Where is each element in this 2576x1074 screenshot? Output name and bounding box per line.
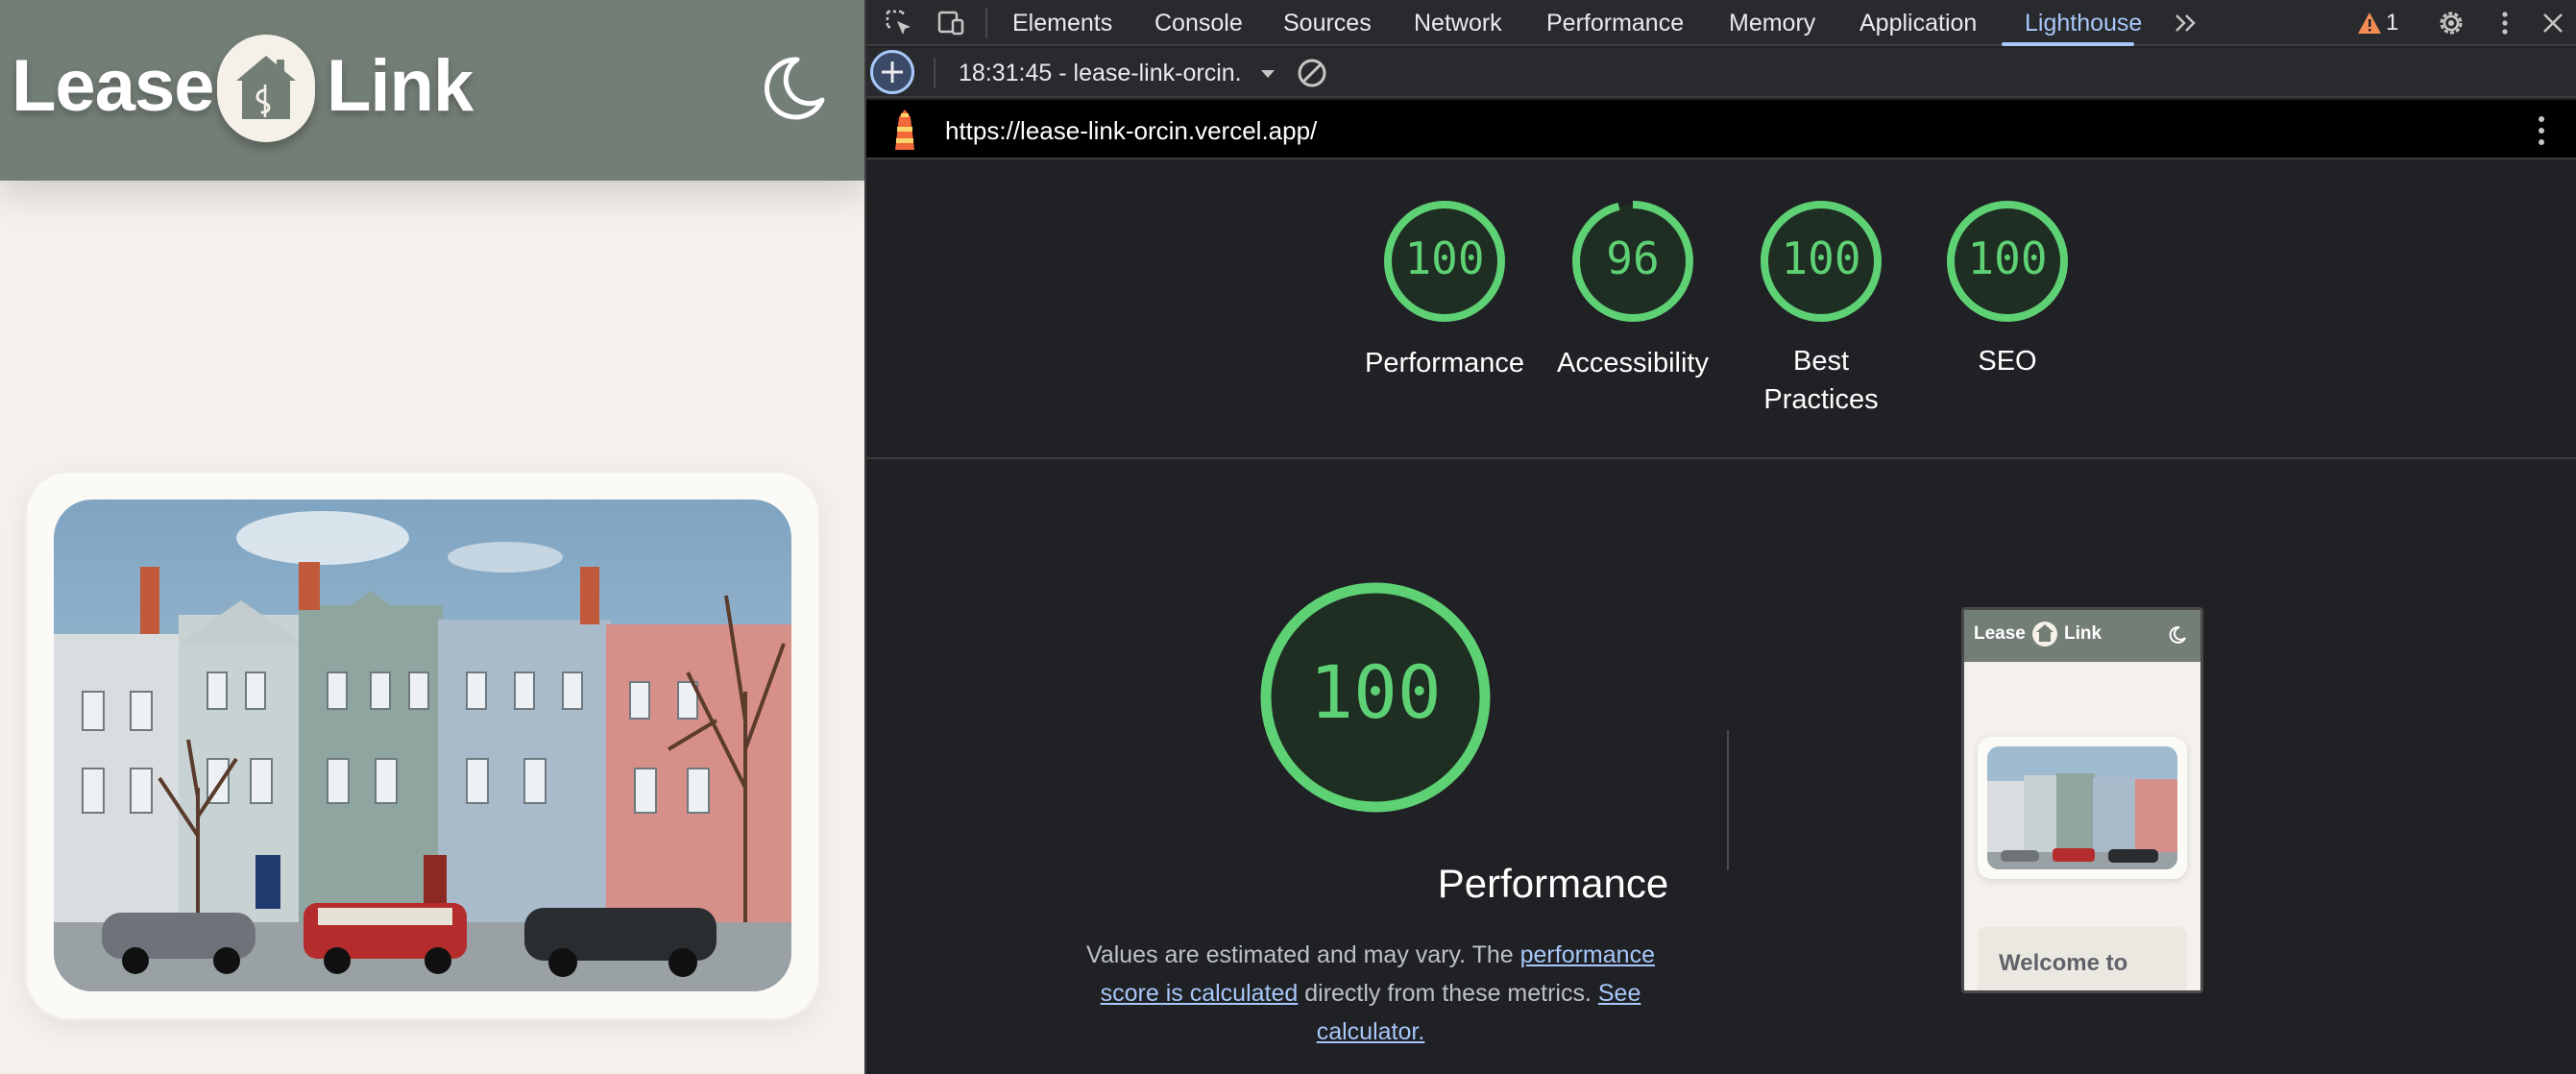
clear-icon[interactable] (1295, 56, 1329, 90)
performance-score: 100 (1309, 649, 1442, 735)
site-header: Lease Link (0, 0, 864, 181)
thumbnail-logo-link: Link (2064, 623, 2102, 644)
gauge-label-performance[interactable]: Performance (1349, 344, 1541, 382)
gauge-label-seo[interactable]: SEO (1931, 342, 2084, 380)
tab-application[interactable]: Application (1859, 10, 1977, 37)
hero-card (27, 473, 818, 1018)
close-icon[interactable] (2538, 8, 2568, 38)
thumbnail-header: Lease Link (1964, 610, 2200, 662)
gauge-score: 96 (1606, 232, 1660, 284)
logo-text-link: Link (327, 45, 474, 127)
tab-elements[interactable]: Elements (1012, 10, 1112, 37)
gear-icon[interactable] (2436, 8, 2467, 38)
report-menu-icon[interactable] (2536, 113, 2547, 148)
tab-memory[interactable]: Memory (1729, 10, 1815, 37)
inspect-element-icon[interactable] (884, 8, 914, 38)
page-preview: Lease Link (0, 0, 864, 1074)
tab-network[interactable]: Network (1414, 10, 1502, 37)
gauge-performance[interactable]: 100 (1383, 200, 1506, 323)
plus-icon (882, 61, 903, 83)
tab-separator (985, 8, 987, 38)
issues-count: 1 (2386, 10, 2399, 36)
vertical-divider (1727, 730, 1729, 870)
tab-sources[interactable]: Sources (1283, 10, 1372, 37)
thumbnail-hero-image (1987, 746, 2177, 869)
gauge-best-practices[interactable]: 100 (1760, 200, 1883, 323)
toolbar-separator (934, 58, 936, 88)
thumbnail-logo-lease: Lease (1974, 623, 2026, 644)
lighthouse-toolbar: 18:31:45 - lease-link-orcin. (866, 48, 2576, 98)
thumbnail-welcome-text: Welcome to (1999, 950, 2128, 976)
gauge-score: 100 (1967, 232, 2048, 284)
thumbnail-moon-icon (2169, 625, 2186, 644)
gauge-label-accessibility[interactable]: Accessibility (1537, 344, 1729, 382)
gauge-accessibility[interactable]: 96 (1571, 200, 1694, 323)
gauge-label-best-practices[interactable]: Best Practices (1744, 342, 1898, 419)
gauge-score: 100 (1781, 232, 1861, 284)
house-icon (217, 35, 315, 142)
gauge-seo[interactable]: 100 (1946, 200, 2069, 323)
report-select[interactable]: 18:31:45 - lease-link-orcin. (959, 60, 1242, 87)
performance-gauge-large: 100 (1258, 580, 1493, 815)
active-tab-indicator (2002, 42, 2134, 46)
final-screenshot-thumbnail[interactable]: Lease Link Welcome to (1961, 607, 2203, 993)
performance-description: Values are estimated and may vary. The p… (1086, 941, 1655, 1045)
more-tabs-icon[interactable] (2171, 8, 2201, 38)
report-url: https://lease-link-orcin.vercel.app/ (945, 116, 1318, 145)
lighthouse-icon (895, 110, 914, 150)
tab-performance[interactable]: Performance (1546, 10, 1684, 37)
new-report-button[interactable] (870, 50, 914, 94)
performance-title: Performance (1437, 861, 1669, 906)
warning-icon (2358, 12, 2381, 34)
thumbnail-house-icon (2032, 622, 2057, 647)
report-url-bar: https://lease-link-orcin.vercel.app/ (866, 100, 2576, 159)
issues-badge[interactable]: 1 (2357, 8, 2415, 38)
gauge-score: 100 (1404, 232, 1485, 284)
devtools-panel: Elements Console Sources Network Perform… (864, 0, 2576, 1074)
tab-console[interactable]: Console (1154, 10, 1243, 37)
logo-text-lease: Lease (12, 45, 214, 127)
thumbnail-hero-card (1978, 737, 2187, 879)
section-divider (866, 457, 2576, 459)
devtools-tabbar: Elements Console Sources Network Perform… (866, 0, 2576, 46)
tab-lighthouse[interactable]: Lighthouse (2025, 10, 2142, 37)
moon-icon[interactable] (755, 52, 828, 125)
device-toolbar-icon[interactable] (936, 8, 966, 38)
kebab-menu-icon[interactable] (2490, 8, 2520, 38)
caret-down-icon[interactable] (1260, 69, 1276, 79)
hero-image (54, 500, 791, 991)
